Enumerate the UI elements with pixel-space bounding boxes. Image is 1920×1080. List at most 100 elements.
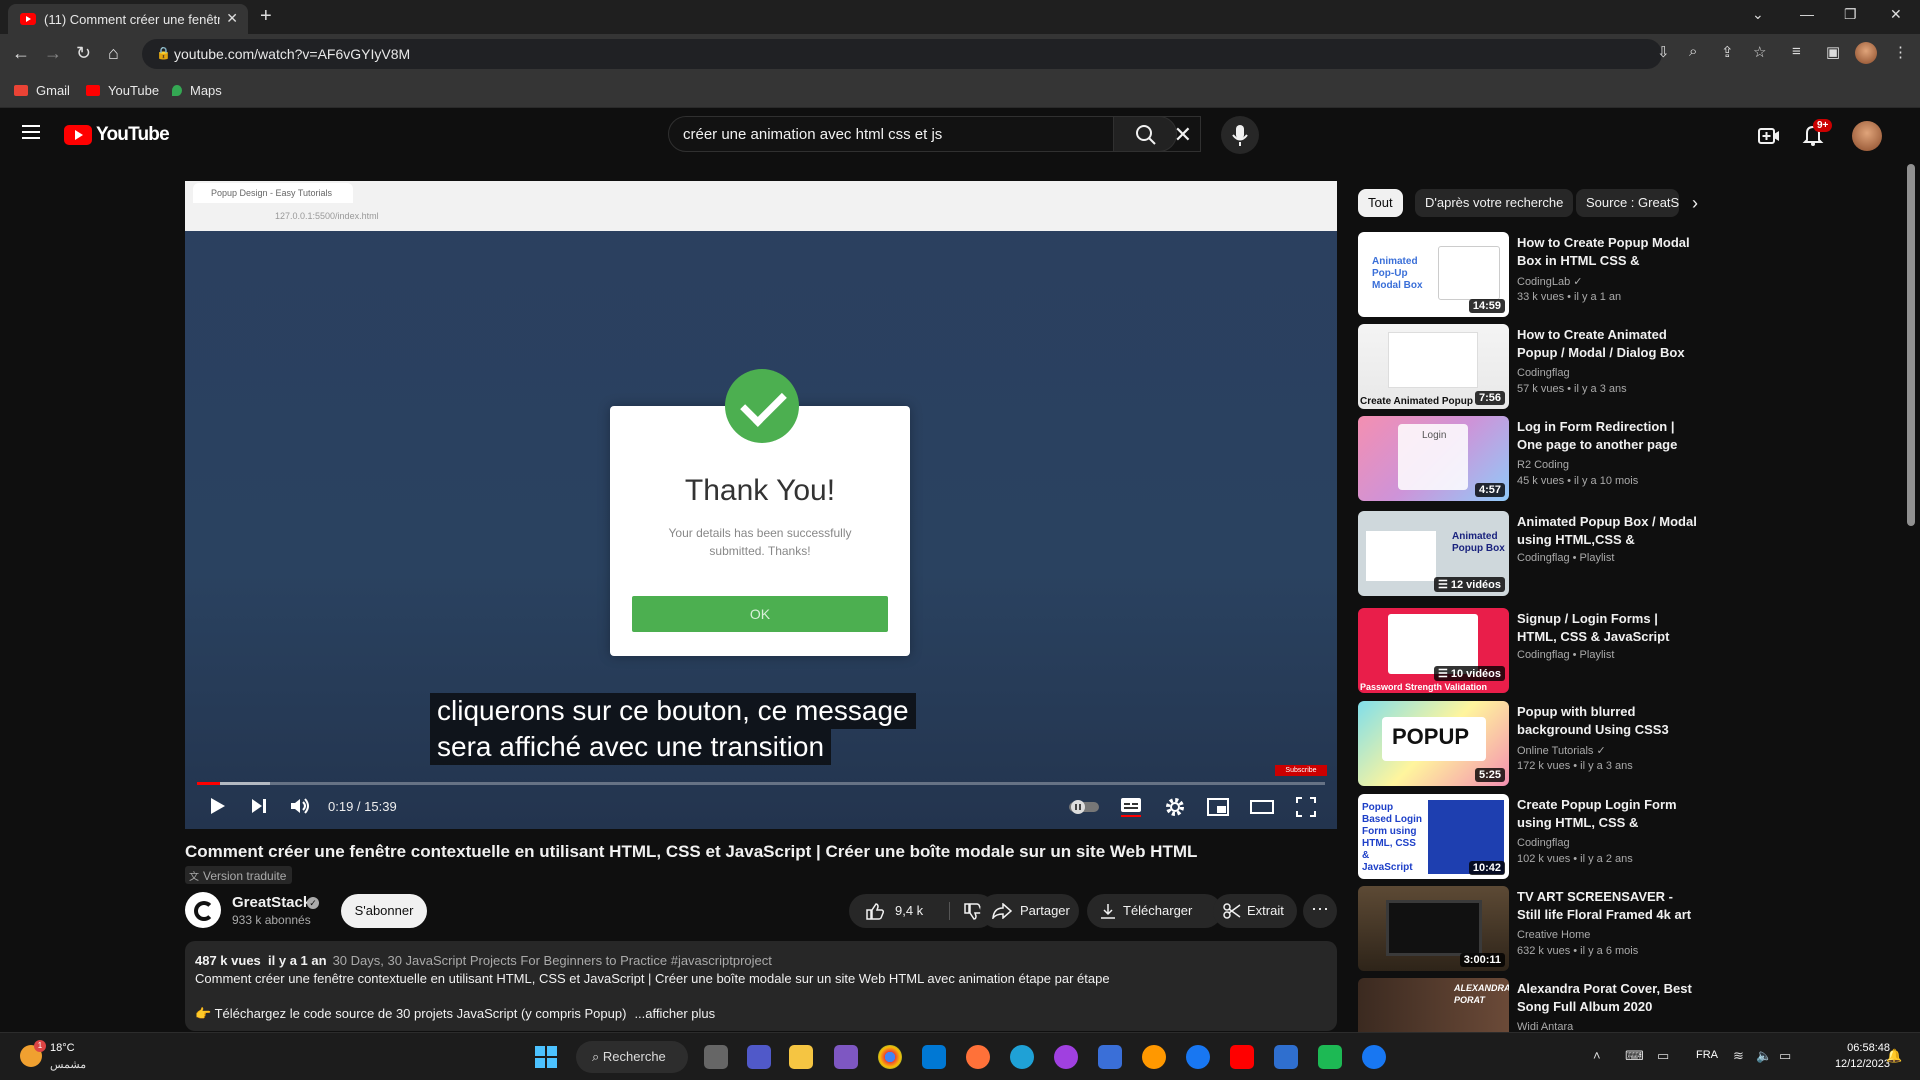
- chevron-up-icon[interactable]: ˄: [1593, 1048, 1601, 1063]
- volume-icon[interactable]: [289, 796, 313, 816]
- recommendation-item[interactable]: ALEXANDRA PORAT Alexandra Porat Cover, B…: [1358, 978, 1698, 1032]
- subscribe-button[interactable]: S'abonner: [341, 894, 427, 928]
- playlist-thumbnail[interactable]: Animated Popup Box ☰ 12 vidéos: [1358, 511, 1509, 596]
- language-indicator[interactable]: FRA: [1696, 1049, 1718, 1061]
- keyboard-icon[interactable]: ⌨: [1625, 1048, 1644, 1064]
- chip-source-channel[interactable]: Source : GreatStack: [1576, 189, 1679, 217]
- file-explorer-icon[interactable]: [789, 1045, 813, 1069]
- hashtags[interactable]: 30 Days, 30 JavaScript Projects For Begi…: [333, 953, 772, 968]
- side-panel-icon[interactable]: ▣: [1826, 43, 1840, 61]
- recommendation-channel[interactable]: CodingLab ✓: [1517, 275, 1583, 288]
- recommendation-item[interactable]: Popup Based Login Form using HTML, CSS &…: [1358, 794, 1698, 880]
- next-video-icon[interactable]: [249, 796, 269, 816]
- clock-time[interactable]: 06:58:48: [1832, 1042, 1890, 1054]
- facebook-app-icon[interactable]: [1362, 1045, 1386, 1069]
- recommendation-channel[interactable]: Online Tutorials ✓: [1517, 744, 1606, 757]
- show-more-link[interactable]: ...afficher plus: [634, 1006, 715, 1021]
- video-thumbnail[interactable]: Login 4:57: [1358, 416, 1509, 501]
- recommendation-channel[interactable]: Creative Home: [1517, 929, 1590, 941]
- recommendation-title[interactable]: How to Create Popup Modal Box in HTML CS…: [1517, 234, 1697, 270]
- vscode-icon[interactable]: [922, 1045, 946, 1069]
- weather-description[interactable]: مشمس: [50, 1058, 86, 1071]
- download-button[interactable]: Télécharger: [1087, 894, 1222, 928]
- recommendation-channel[interactable]: Codingflag: [1517, 367, 1570, 379]
- video-thumbnail[interactable]: Create Animated Popup 7:56: [1358, 324, 1509, 409]
- close-tab-icon[interactable]: ✕: [226, 10, 238, 27]
- chrome-profile-avatar[interactable]: [1855, 42, 1877, 64]
- recommendation-title[interactable]: Log in Form Redirection | One page to an…: [1517, 418, 1697, 454]
- play-icon[interactable]: [207, 796, 227, 816]
- recommendation-item[interactable]: POPUP 5:25 Popup with blurred background…: [1358, 701, 1698, 787]
- recommendation-item[interactable]: Animated Pop-Up Modal Box 14:59 How to C…: [1358, 232, 1698, 318]
- chrome-menu-icon[interactable]: ⋮: [1893, 43, 1908, 61]
- video-thumbnail[interactable]: Popup Based Login Form using HTML, CSS &…: [1358, 794, 1509, 879]
- video-player[interactable]: Popup Design - Easy Tutorials 127.0.0.1:…: [185, 181, 1337, 829]
- playlist-item[interactable]: Password Strength Validation ☰ 10 vidéos…: [1358, 608, 1698, 694]
- recommendation-channel[interactable]: Codingflag • Playlist: [1517, 552, 1614, 564]
- account-avatar[interactable]: [1852, 121, 1882, 151]
- notification-center-icon[interactable]: 🔔: [1886, 1048, 1902, 1064]
- facebook-icon[interactable]: [1186, 1045, 1210, 1069]
- recommendation-title[interactable]: Alexandra Porat Cover, Best Song Full Al…: [1517, 980, 1697, 1016]
- chip-all[interactable]: Tout: [1358, 189, 1403, 217]
- install-app-icon[interactable]: ⇩: [1657, 43, 1670, 61]
- video-thumbnail[interactable]: 3:00:11: [1358, 886, 1509, 971]
- home-icon[interactable]: ⌂: [108, 43, 119, 64]
- zoom-icon[interactable]: ⌕: [1689, 43, 1697, 60]
- settings-gear-icon[interactable]: [1164, 796, 1186, 818]
- recommendation-title[interactable]: Signup / Login Forms | HTML, CSS & JavaS…: [1517, 610, 1697, 646]
- subtitles-icon[interactable]: [1120, 796, 1142, 818]
- weather-temperature[interactable]: 18°C: [50, 1042, 75, 1054]
- media-control-icon[interactable]: ≡: [1792, 43, 1801, 60]
- powershell-icon[interactable]: [1274, 1045, 1298, 1069]
- recommendation-item[interactable]: Login 4:57 Log in Form Redirection | One…: [1358, 416, 1698, 502]
- share-icon[interactable]: ⇪: [1721, 43, 1734, 61]
- firefox-icon[interactable]: [966, 1045, 990, 1069]
- recommendation-item[interactable]: 3:00:11 TV ART SCREENSAVER - Still life …: [1358, 886, 1698, 972]
- menu-icon[interactable]: [22, 125, 40, 139]
- bookmark-youtube[interactable]: YouTube: [86, 83, 159, 98]
- playlist-thumbnail[interactable]: Password Strength Validation ☰ 10 vidéos: [1358, 608, 1509, 693]
- visual-studio-icon[interactable]: [834, 1045, 858, 1069]
- translated-version-badge[interactable]: 文 Version traduite: [185, 866, 293, 884]
- display-icon[interactable]: ▭: [1657, 1048, 1669, 1064]
- wifi-icon[interactable]: ≋: [1733, 1048, 1744, 1064]
- address-bar[interactable]: 🔒 youtube.com/watch?v=AF6vGYIyV8M: [142, 39, 1662, 69]
- chevron-right-icon[interactable]: ›: [1692, 193, 1698, 214]
- clip-button[interactable]: Extrait: [1213, 894, 1297, 928]
- close-window-icon[interactable]: ✕: [1890, 6, 1902, 23]
- miniplayer-icon[interactable]: [1207, 797, 1229, 817]
- recommendation-channel[interactable]: Codingflag • Playlist: [1517, 649, 1614, 661]
- lock-icon[interactable]: 🔒: [156, 46, 171, 60]
- autoplay-toggle[interactable]: [1069, 798, 1099, 814]
- recommendation-title[interactable]: Animated Popup Box / Modal using HTML,CS…: [1517, 513, 1697, 549]
- recommendation-channel[interactable]: Widi Antara: [1517, 1021, 1573, 1032]
- like-button[interactable]: 9,4 k: [859, 894, 943, 928]
- messenger-icon[interactable]: [1054, 1045, 1078, 1069]
- tab-search-icon[interactable]: ⌄: [1752, 6, 1764, 23]
- more-actions-icon[interactable]: ⋯: [1303, 894, 1337, 928]
- create-video-icon[interactable]: [1757, 125, 1781, 147]
- fullscreen-icon[interactable]: [1295, 796, 1317, 818]
- teams-icon[interactable]: [747, 1045, 771, 1069]
- taskbar-search-button[interactable]: ⌕ Recherche: [576, 1041, 688, 1073]
- recommendation-channel[interactable]: R2 Coding: [1517, 459, 1569, 471]
- progress-bar[interactable]: [197, 782, 1325, 785]
- video-subscribe-watermark[interactable]: Subscribe: [1275, 765, 1327, 776]
- chrome-icon[interactable]: [878, 1045, 902, 1069]
- battery-icon[interactable]: ▭: [1779, 1048, 1791, 1064]
- bookmark-gmail[interactable]: Gmail: [14, 83, 70, 98]
- description-box[interactable]: 487 k vues il y a 1 an 30 Days, 30 JavaSc…: [185, 941, 1337, 1031]
- bookmark-star-icon[interactable]: ☆: [1753, 43, 1766, 61]
- bookmark-maps[interactable]: Maps: [172, 83, 222, 98]
- video-thumbnail[interactable]: POPUP 5:25: [1358, 701, 1509, 786]
- playlist-item[interactable]: Animated Popup Box ☰ 12 vidéos Animated …: [1358, 511, 1698, 597]
- search-button[interactable]: [1113, 116, 1177, 152]
- minimize-icon[interactable]: —: [1800, 6, 1814, 22]
- channel-avatar[interactable]: [185, 892, 221, 928]
- edge-icon[interactable]: [1010, 1045, 1034, 1069]
- windows-start-icon[interactable]: [535, 1046, 557, 1068]
- theater-mode-icon[interactable]: [1250, 797, 1274, 817]
- reload-icon[interactable]: ↻: [76, 43, 91, 64]
- channel-name[interactable]: GreatStack: [232, 894, 311, 911]
